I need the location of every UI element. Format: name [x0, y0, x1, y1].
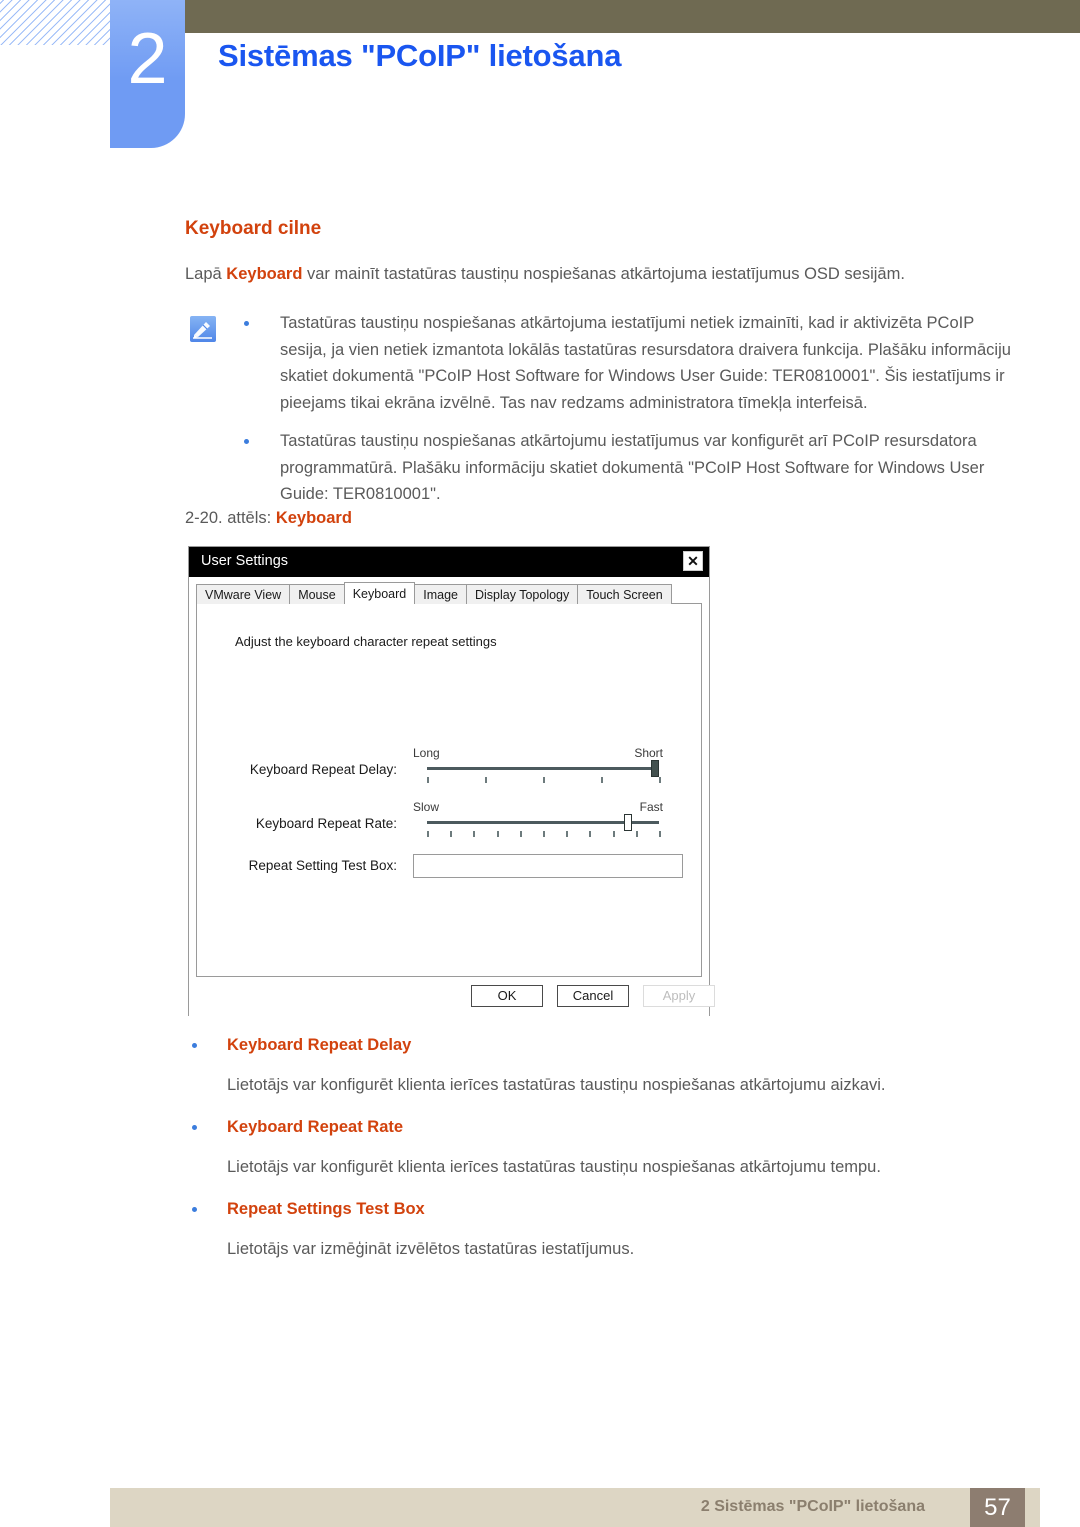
repeat-delay-track[interactable] — [427, 767, 659, 770]
figure-caption-prefix: 2-20. attēls: — [185, 509, 276, 527]
user-settings-dialog: User Settings ✕ VMware View Mouse Keyboa… — [188, 546, 715, 1017]
figure-caption-keyword: Keyboard — [275, 509, 352, 527]
chapter-number-badge: 2 — [110, 0, 185, 148]
test-box-row: Repeat Setting Test Box: — [197, 854, 701, 892]
header-olive-bar — [185, 0, 1080, 33]
figure-caption: 2-20. attēls: Keyboard — [185, 509, 352, 528]
repeat-rate-label: Keyboard Repeat Rate: — [255, 816, 397, 831]
repeat-delay-row: Keyboard Repeat Delay: Long Short — [197, 746, 701, 784]
repeat-delay-thumb[interactable] — [651, 760, 659, 777]
term-bullet-list: Keyboard Repeat Delay Lietotājs var konf… — [185, 1032, 985, 1278]
term-title: Repeat Settings Test Box — [185, 1196, 985, 1222]
tab-vmware-view[interactable]: VMware View — [196, 584, 291, 604]
repeat-delay-label: Keyboard Repeat Delay: — [249, 762, 397, 777]
list-item: Tastatūras taustiņu nospiešanas atkārtoj… — [238, 428, 1018, 508]
intro-prefix: Lapā — [185, 265, 227, 283]
repeat-setting-test-input[interactable] — [413, 854, 683, 878]
term-description: Lietotājs var konfigurēt klienta ierīces… — [227, 1158, 881, 1176]
repeat-rate-ticks — [427, 831, 661, 838]
tab-display-topology[interactable]: Display Topology — [465, 584, 579, 604]
page-number: 57 — [970, 1488, 1025, 1527]
header-hatch-decoration — [0, 0, 112, 45]
panel-hint-text: Adjust the keyboard character repeat set… — [235, 634, 497, 649]
page-title: Sistēmas "PCoIP" lietošana — [218, 38, 622, 73]
ok-button[interactable]: OK — [471, 985, 543, 1007]
tab-touch-screen[interactable]: Touch Screen — [577, 584, 672, 604]
repeat-delay-left-cap: Long — [413, 746, 440, 760]
list-item: Keyboard Repeat Delay Lietotājs var konf… — [185, 1032, 985, 1098]
close-icon[interactable]: ✕ — [683, 551, 703, 571]
dialog-title: User Settings — [201, 553, 289, 569]
section-intro-paragraph: Lapā Keyboard var mainīt tastatūras taus… — [185, 262, 1015, 286]
note-pencil-icon — [190, 316, 216, 342]
repeat-rate-thumb[interactable] — [624, 814, 633, 831]
intro-keyword: Keyboard — [226, 265, 303, 283]
repeat-rate-row: Keyboard Repeat Rate: Slow Fast — [197, 800, 701, 838]
repeat-rate-right-cap: Fast — [639, 800, 663, 814]
tab-mouse[interactable]: Mouse — [289, 584, 345, 604]
repeat-delay-right-cap: Short — [634, 746, 663, 760]
term-title: Keyboard Repeat Rate — [185, 1114, 985, 1140]
dialog-body: VMware View Mouse Keyboard Image Display… — [189, 577, 715, 1017]
list-item: Repeat Settings Test Box Lietotājs var i… — [185, 1196, 985, 1262]
tab-image[interactable]: Image — [414, 584, 467, 604]
page-footer: 2 Sistēmas "PCoIP" lietošana 57 — [110, 1488, 1040, 1527]
section-heading: Keyboard cilne — [185, 218, 322, 239]
term-title: Keyboard Repeat Delay — [185, 1032, 985, 1058]
term-description: Lietotājs var konfigurēt klienta ierīces… — [227, 1076, 886, 1094]
cancel-button[interactable]: Cancel — [557, 985, 629, 1007]
dialog-footer: OK Cancel Apply — [189, 985, 715, 1011]
repeat-rate-left-cap: Slow — [413, 800, 440, 814]
list-item: Tastatūras taustiņu nospiešanas atkārtoj… — [238, 310, 1018, 416]
keyboard-tab-panel: Adjust the keyboard character repeat set… — [196, 603, 702, 977]
footer-chapter-label: 2 Sistēmas "PCoIP" lietošana — [700, 1498, 925, 1515]
test-box-label: Repeat Setting Test Box: — [248, 858, 397, 873]
intro-suffix: var mainīt tastatūras taustiņu nospiešan… — [302, 265, 905, 283]
tab-keyboard[interactable]: Keyboard — [343, 582, 416, 604]
dialog-tabstrip: VMware View Mouse Keyboard Image Display… — [196, 582, 672, 604]
list-item: Keyboard Repeat Rate Lietotājs var konfi… — [185, 1114, 985, 1180]
apply-button: Apply — [643, 985, 715, 1007]
term-description: Lietotājs var izmēģināt izvēlētos tastat… — [227, 1240, 635, 1258]
dialog-titlebar: User Settings ✕ — [189, 547, 709, 577]
note-bullet-list: Tastatūras taustiņu nospiešanas atkārtoj… — [238, 310, 1018, 520]
repeat-delay-ticks — [427, 777, 661, 784]
